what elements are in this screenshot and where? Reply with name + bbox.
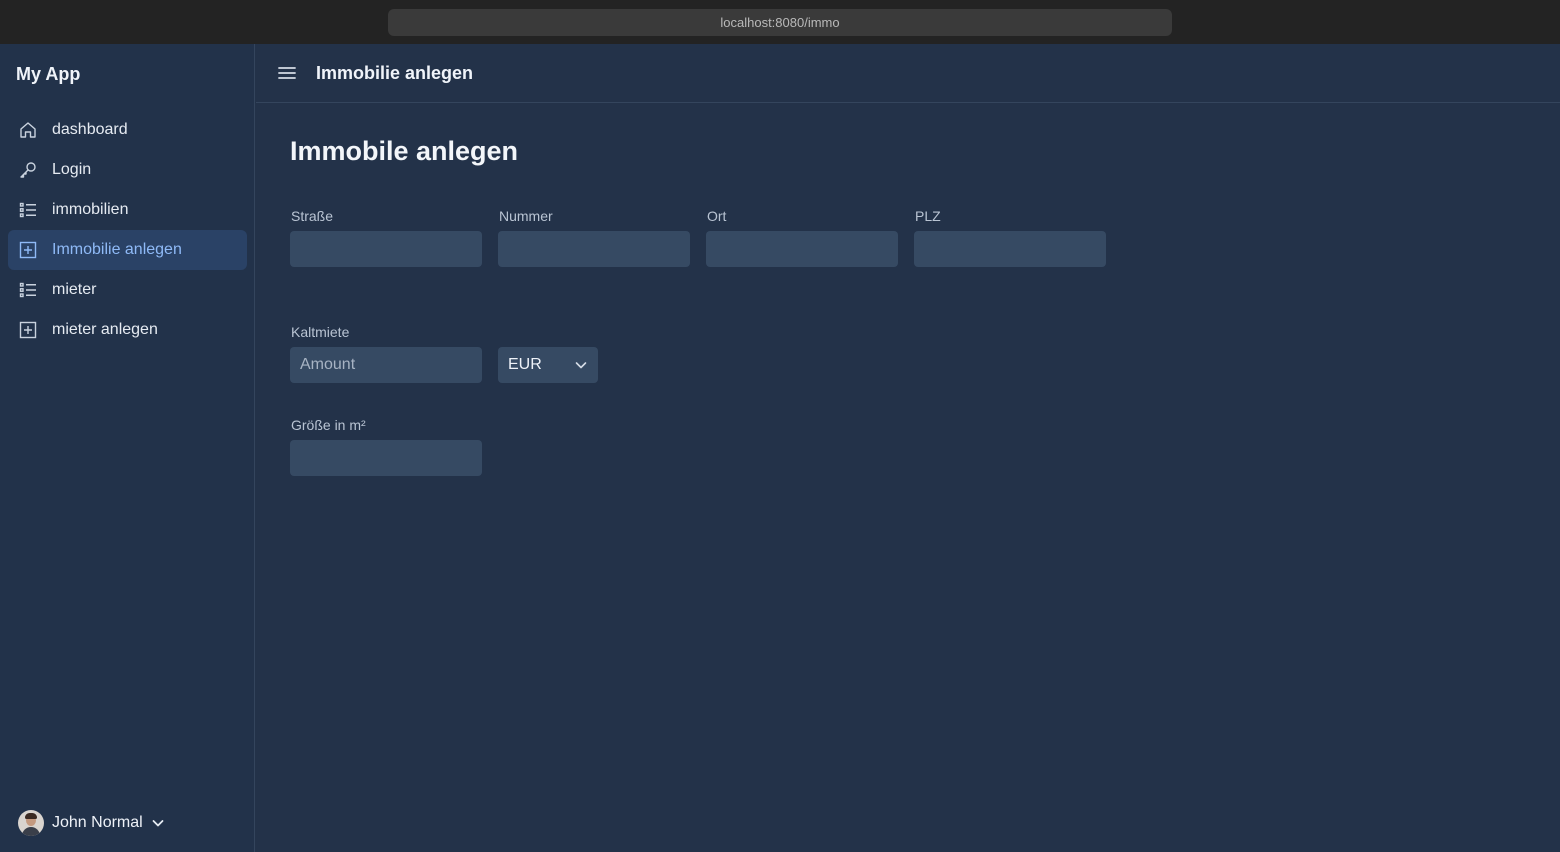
- strasse-label: Straße: [291, 208, 334, 224]
- kaltmiete-row: Kaltmiete EUR: [290, 324, 614, 383]
- ort-label: Ort: [707, 208, 727, 224]
- list-icon: [18, 280, 38, 300]
- sidebar-item-label: immobilien: [52, 201, 129, 218]
- kaltmiete-field: Kaltmiete: [290, 324, 482, 383]
- strasse-input[interactable]: [290, 231, 482, 267]
- ort-input[interactable]: [706, 231, 898, 267]
- key-icon: [18, 160, 38, 180]
- plus-square-icon: [18, 320, 38, 340]
- chevron-down-icon: [152, 820, 164, 827]
- header-title: Immobilie anlegen: [316, 62, 474, 83]
- sidebar-item-mieter-anlegen[interactable]: mieter anlegen: [8, 310, 247, 350]
- top-header: Immobilie anlegen: [256, 44, 1560, 103]
- sidebar-nav: dashboard Login immobilien Immobilie anl…: [8, 110, 247, 350]
- currency-select[interactable]: EUR: [498, 347, 598, 383]
- plz-field: PLZ: [914, 208, 1106, 267]
- plz-label: PLZ: [915, 208, 941, 224]
- home-icon: [18, 120, 38, 140]
- groesse-field: Größe in m²: [290, 417, 482, 476]
- sidebar-item-label: Immobilie anlegen: [52, 241, 182, 258]
- currency-value: EUR: [508, 356, 542, 373]
- user-menu[interactable]: John Normal: [18, 810, 165, 836]
- kaltmiete-amount-input[interactable]: [290, 347, 482, 383]
- sidebar-item-label: mieter: [52, 281, 97, 298]
- groesse-input[interactable]: [290, 440, 482, 476]
- sidebar: My App dashboard Login immobilien Immobi…: [0, 44, 255, 852]
- user-name: John Normal: [52, 814, 143, 831]
- sidebar-item-label: Login: [52, 161, 92, 178]
- nummer-label: Nummer: [499, 208, 553, 224]
- app-title: My App: [16, 64, 81, 84]
- hamburger-icon: [278, 67, 296, 79]
- main-content: Immobile anlegen Straße Nummer Ort PLZ K…: [290, 136, 1106, 476]
- groesse-label: Größe in m²: [291, 417, 366, 433]
- app-window: My App dashboard Login immobilien Immobi…: [0, 44, 1560, 852]
- sidebar-item-label: mieter anlegen: [52, 321, 158, 338]
- nummer-field: Nummer: [498, 208, 690, 267]
- currency-field: EUR: [498, 324, 598, 383]
- kaltmiete-label: Kaltmiete: [291, 324, 350, 340]
- plus-square-icon: [18, 240, 38, 260]
- list-icon: [18, 200, 38, 220]
- sidebar-item-immobilie-anlegen[interactable]: Immobilie anlegen: [8, 230, 247, 270]
- menu-toggle-button[interactable]: [276, 62, 298, 84]
- nummer-input[interactable]: [498, 231, 690, 267]
- sidebar-item-mieter[interactable]: mieter: [8, 270, 247, 310]
- avatar: [18, 810, 44, 836]
- groesse-row: Größe in m²: [290, 417, 498, 476]
- strasse-field: Straße: [290, 208, 482, 267]
- browser-toolbar: localhost:8080/immo: [0, 0, 1560, 44]
- sidebar-item-login[interactable]: Login: [8, 150, 247, 190]
- address-bar[interactable]: localhost:8080/immo: [388, 9, 1172, 36]
- page-title: Immobile anlegen: [290, 136, 519, 166]
- ort-field: Ort: [706, 208, 898, 267]
- address-row: Straße Nummer Ort PLZ: [290, 208, 1122, 267]
- sidebar-item-dashboard[interactable]: dashboard: [8, 110, 247, 150]
- sidebar-item-label: dashboard: [52, 121, 128, 138]
- chevron-down-icon: [575, 362, 587, 369]
- plz-input[interactable]: [914, 231, 1106, 267]
- sidebar-item-immobilien[interactable]: immobilien: [8, 190, 247, 230]
